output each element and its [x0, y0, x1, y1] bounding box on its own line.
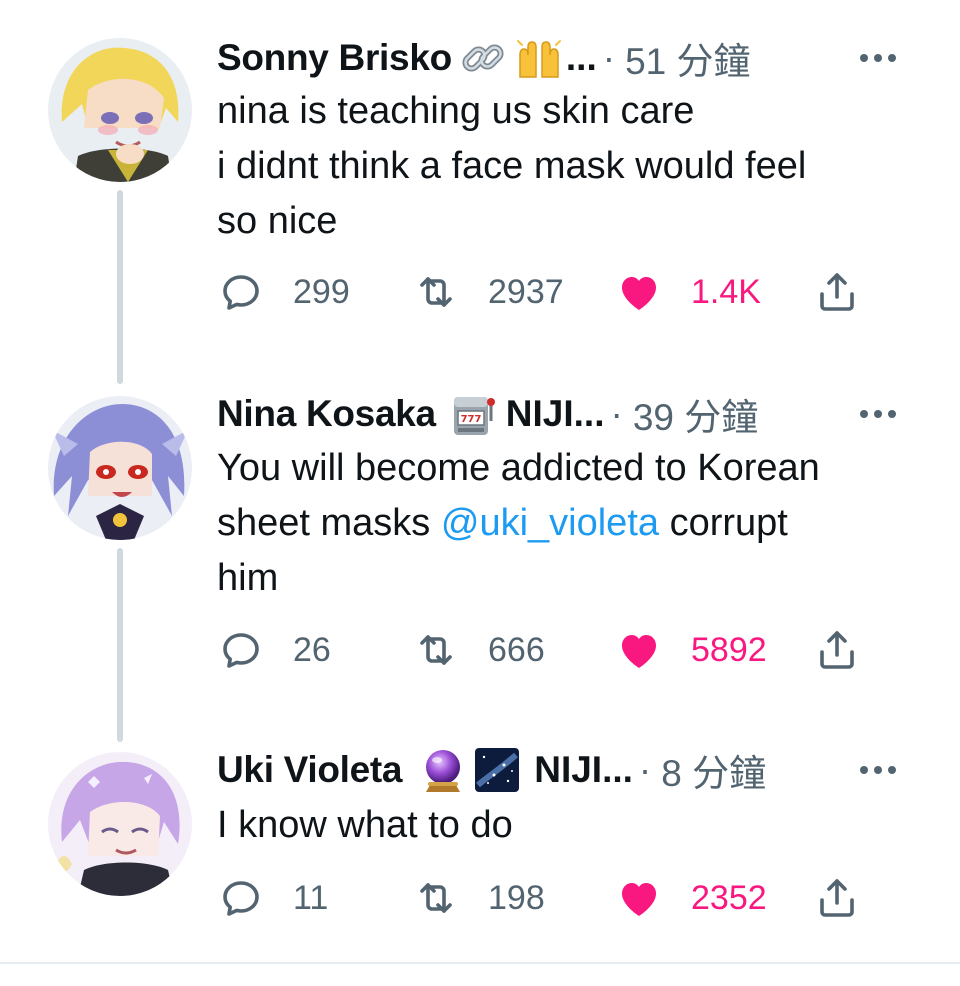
retweet-count: 666	[488, 630, 545, 669]
avatar-illustration	[48, 752, 192, 896]
divider	[0, 962, 960, 964]
like-button[interactable]: 2352	[615, 868, 767, 928]
retweet-count: 198	[488, 878, 545, 917]
reply-count: 299	[293, 272, 350, 311]
crystal-ball-emoji-icon	[418, 745, 468, 795]
share-button[interactable]	[813, 262, 861, 322]
share-icon	[820, 879, 854, 917]
timestamp[interactable]: 51 分鐘	[625, 31, 750, 85]
tweet-actions: 11 198 2352	[217, 868, 877, 928]
like-count: 5892	[691, 630, 767, 669]
avatar-illustration	[48, 396, 192, 540]
reply-icon	[223, 275, 259, 310]
more-icon[interactable]	[856, 46, 900, 70]
tweet-text: nina is teaching us skin care i didnt th…	[217, 84, 917, 249]
retweet-icon	[420, 277, 452, 307]
tweet-text-segment: sheet masks	[217, 502, 441, 544]
tweet-header: Sonny Brisko ... · 51 分鐘	[217, 28, 900, 88]
tweet-text-line: him	[217, 557, 279, 599]
tweet-text-line: i didnt think a face mask would feel	[217, 145, 807, 187]
retweet-icon	[420, 635, 452, 665]
share-button[interactable]	[813, 868, 861, 928]
like-button[interactable]: 1.4K	[615, 262, 761, 322]
tweet-actions: 26 666 5892	[217, 620, 877, 680]
reply-icon	[223, 881, 259, 916]
tweet-text-line: I know what to do	[217, 804, 513, 846]
raising-hands-emoji-icon	[514, 33, 564, 83]
tweet-text-line: sheet masks @uki_violeta corrupt	[217, 496, 917, 551]
reply-icon	[223, 633, 259, 668]
mention-link[interactable]: @uki_violeta	[441, 502, 659, 544]
tweet-text-segment: corrupt	[659, 502, 788, 544]
tweet-text-line: You will become addicted to Korean	[217, 447, 820, 489]
retweet-count: 2937	[488, 272, 564, 311]
like-count: 1.4K	[691, 272, 761, 311]
tweet-text: You will become addicted to Korean sheet…	[217, 441, 917, 606]
link-emoji-icon	[458, 33, 508, 83]
name-suffix: NIJI...	[534, 749, 633, 790]
author-name[interactable]: Uki Violeta	[217, 749, 403, 791]
milky-way-emoji-icon	[472, 745, 522, 795]
timestamp[interactable]: 39 分鐘	[633, 387, 758, 441]
heart-icon	[622, 635, 656, 668]
share-button[interactable]	[813, 620, 861, 680]
more-icon[interactable]	[856, 402, 900, 426]
reply-count: 11	[293, 878, 329, 917]
retweet-button[interactable]: 2937	[412, 262, 564, 322]
reply-button[interactable]: 26	[217, 620, 331, 680]
author-name[interactable]: Sonny Brisko	[217, 37, 452, 79]
avatar[interactable]	[48, 396, 192, 540]
time-separator: ·	[610, 393, 623, 434]
tweet-header: Nina Kosaka 777 NIJI... · 39 分鐘	[217, 384, 900, 444]
tweet-header: Uki Violeta NIJI... · 8 分鐘	[217, 740, 900, 800]
reply-button[interactable]: 11	[217, 868, 328, 928]
share-icon	[820, 631, 854, 669]
more-icon[interactable]	[856, 758, 900, 782]
like-button[interactable]: 5892	[615, 620, 767, 680]
avatar[interactable]	[48, 752, 192, 896]
retweet-button[interactable]: 666	[412, 620, 545, 680]
avatar[interactable]	[48, 38, 192, 182]
share-icon	[820, 273, 854, 311]
thread-connector-line	[117, 548, 123, 742]
svg-text:777: 777	[460, 414, 481, 425]
tweet-actions: 299 2937 1.4K	[217, 262, 877, 322]
retweet-button[interactable]: 198	[412, 868, 545, 928]
slot-machine-emoji-icon: 777	[448, 389, 498, 439]
name-suffix: NIJI...	[505, 393, 605, 434]
tweet-text: I know what to do	[217, 798, 917, 853]
time-separator: ·	[638, 749, 652, 790]
reply-button[interactable]: 299	[217, 262, 350, 322]
reply-thread: Sonny Brisko ... · 51 分鐘 nina is teachin…	[0, 0, 960, 962]
thread-connector-line	[117, 190, 123, 384]
name-truncation: ...	[565, 37, 597, 78]
heart-icon	[622, 277, 656, 310]
retweet-icon	[420, 883, 452, 913]
like-count: 2352	[691, 878, 767, 917]
heart-icon	[622, 883, 656, 916]
time-separator: ·	[602, 37, 616, 78]
avatar-illustration	[48, 38, 192, 182]
timestamp[interactable]: 8 分鐘	[661, 743, 766, 797]
tweet-text-line: nina is teaching us skin care	[217, 90, 695, 132]
reply-count: 26	[293, 630, 331, 669]
tweet-text-line: so nice	[217, 200, 338, 242]
author-name[interactable]: Nina Kosaka	[217, 393, 436, 435]
